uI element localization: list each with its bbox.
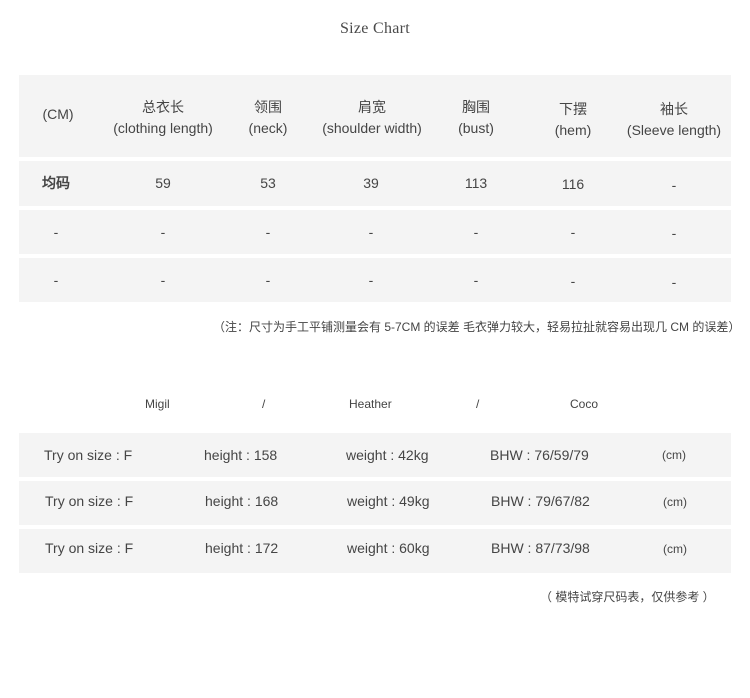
size-cell-sleeve-length: - <box>671 225 677 241</box>
model-unit: (cm) <box>662 448 686 462</box>
model-reference-note: （ 模特试穿尺码表，仅供参考 ） <box>540 590 715 604</box>
model-unit: (cm) <box>663 495 687 509</box>
size-cell-sleeve-length: - <box>671 177 677 193</box>
model-separator: / <box>476 397 480 411</box>
model-bhw: BHW : 87/73/98 <box>491 540 590 556</box>
model-weight: weight : 60kg <box>347 540 430 556</box>
size-cell-bust: - <box>473 224 479 240</box>
model-name-heather: Heather <box>349 397 392 411</box>
size-row-label: - <box>53 224 59 240</box>
size-cell-bust: - <box>473 272 479 288</box>
header-zh: 肩宽 <box>358 99 386 115</box>
size-header-bust: 胸围 (bust) <box>436 97 516 139</box>
size-header-hem: 下摆 (hem) <box>533 99 613 141</box>
header-en: (CM) <box>42 106 74 122</box>
size-cell-shoulder-width: 39 <box>363 175 379 191</box>
size-cell-clothing-length: - <box>160 272 166 288</box>
size-header-clothing-length: 总衣长 (clothing length) <box>103 97 223 139</box>
size-header-unit: (CM) <box>18 104 98 125</box>
size-cell-shoulder-width: - <box>368 272 374 288</box>
model-weight: weight : 42kg <box>346 447 429 463</box>
model-height: height : 172 <box>205 540 279 556</box>
size-row-label: 均码 <box>42 175 70 191</box>
header-en: (neck) <box>248 120 288 136</box>
header-en: (bust) <box>458 120 494 136</box>
model-try-on-size: Try on size : F <box>44 447 133 463</box>
size-cell-hem: - <box>570 224 576 240</box>
header-zh: 总衣长 <box>142 99 184 115</box>
model-height: height : 158 <box>204 447 278 463</box>
size-cell-clothing-length: - <box>160 224 166 240</box>
model-bhw: BHW : 79/67/82 <box>491 493 590 509</box>
size-cell-neck: - <box>265 224 271 240</box>
model-weight: weight : 49kg <box>347 493 430 509</box>
size-cell-sleeve-length: - <box>671 274 677 290</box>
size-header-sleeve-length: 袖长 (Sleeve length) <box>619 99 729 141</box>
size-cell-clothing-length: 59 <box>155 175 171 191</box>
header-en: (hem) <box>554 122 592 138</box>
size-header-neck: 领围 (neck) <box>228 97 308 139</box>
header-zh: 下摆 <box>559 101 587 117</box>
model-try-on-size: Try on size : F <box>45 493 134 509</box>
size-cell-neck: - <box>265 272 271 288</box>
model-unit: (cm) <box>663 542 687 556</box>
size-row-label: - <box>53 272 59 288</box>
model-bhw: BHW : 76/59/79 <box>490 447 589 463</box>
header-en: (Sleeve length) <box>626 122 722 138</box>
model-height: height : 168 <box>205 493 279 509</box>
header-en: (clothing length) <box>113 120 213 136</box>
size-cell-hem: 116 <box>561 176 585 192</box>
size-header-shoulder-width: 肩宽 (shoulder width) <box>312 97 432 139</box>
model-name-coco: Coco <box>570 397 599 411</box>
size-cell-shoulder-width: - <box>368 224 374 240</box>
model-separator: / <box>262 397 266 411</box>
model-name-migil: Migil <box>145 397 170 411</box>
model-try-on-size: Try on size : F <box>45 540 134 556</box>
size-cell-neck: 53 <box>260 175 276 191</box>
header-zh: 袖长 <box>660 101 688 117</box>
size-cell-bust: 113 <box>464 175 488 191</box>
page-title: Size Chart <box>339 20 411 37</box>
header-en: (shoulder width) <box>322 120 422 136</box>
size-cell-hem: - <box>570 273 576 289</box>
header-zh: 领围 <box>254 99 282 115</box>
size-measurement-note: （注：尺寸为手工平铺测量会有 5-7CM 的误差 毛衣弹力较大，轻易拉扯就容易出… <box>213 320 741 334</box>
header-zh: 胸围 <box>462 99 490 115</box>
